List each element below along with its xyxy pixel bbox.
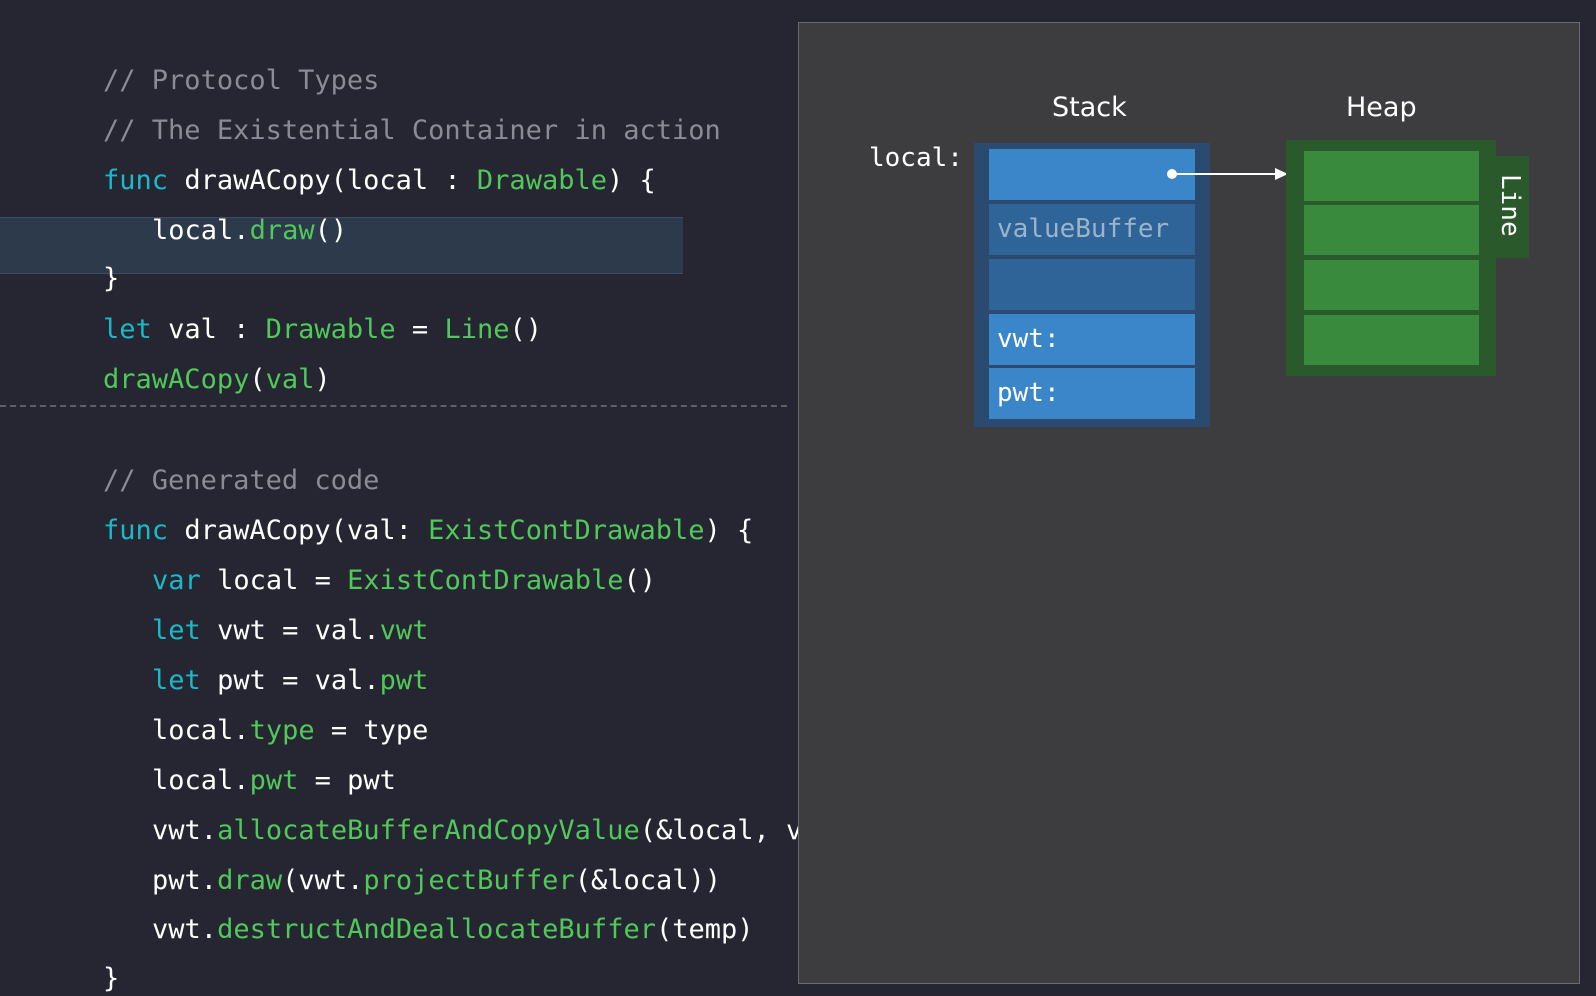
code-line-close-brace: } [38,928,119,996]
type-line: Line [444,314,510,345]
heap-heading: Heap [1346,92,1417,123]
code-line-call-drawacopy: drawACopy(val) [38,329,331,431]
code-line-destruct-buffer: vwt.destructAndDeallocateBuffer(temp) [87,879,754,981]
code-line-local-draw: local.draw() [87,180,347,282]
stack-cell-vwt: vwt: [989,314,1195,365]
slide: // Protocol Types // The Existential Con… [0,0,1596,996]
receiver: vwt. [152,914,218,945]
heap-cell [1304,260,1479,310]
signature-end: ) { [606,165,656,196]
method-destruct: destructAndDeallocateBuffer [217,914,656,945]
receiver: local. [152,215,250,246]
function-call: drawACopy [103,364,250,395]
stack-cell-empty [989,259,1195,310]
heap-type-label: Line [1495,174,1525,237]
section-divider [0,405,787,407]
stack-heading: Stack [1052,92,1127,123]
method-draw: draw [249,215,315,246]
brace: } [103,963,120,994]
signature-end: ) { [704,515,754,546]
stack-cell-value-buffer: valueBuffer [989,204,1195,255]
heap-cell [1304,151,1479,201]
call-args: (temp) [655,914,754,945]
heap-cell [1304,205,1479,255]
local-variable-label: local: [869,143,963,173]
type-drawable: Drawable [476,165,607,196]
pointer-arrow-icon [1167,168,1288,180]
call-parens: () [623,565,656,596]
argument: val [265,364,315,395]
stack-cell-pwt: pwt: [989,368,1195,419]
paren-open: ( [249,364,266,395]
paren-close: ) [314,364,331,395]
call-parens: () [314,215,348,246]
heap-cell [1304,315,1479,365]
assign: = [395,314,445,345]
call-parens: () [509,314,542,345]
